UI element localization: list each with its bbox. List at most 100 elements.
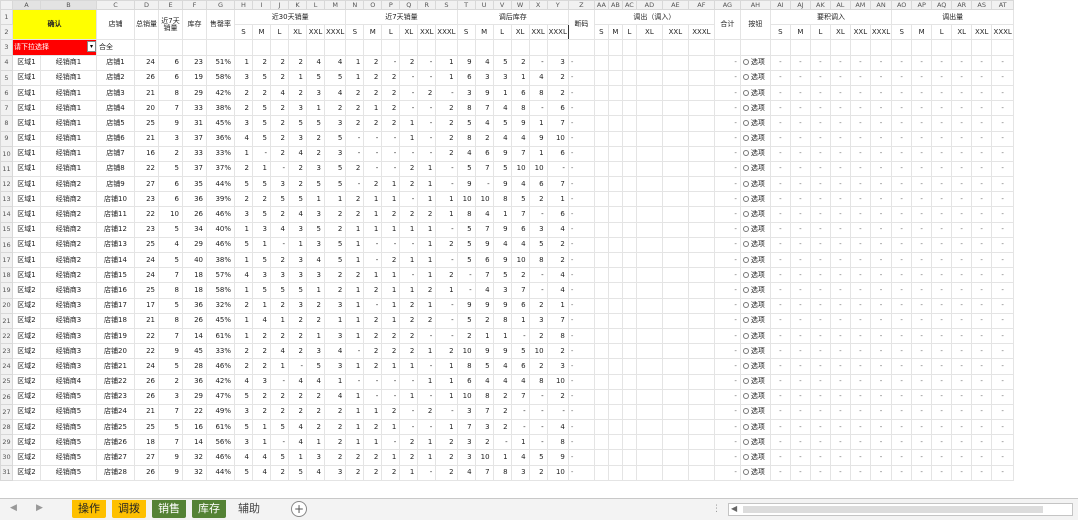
transfer-cell[interactable] bbox=[635, 176, 663, 193]
size-value-cell[interactable]: 2 bbox=[345, 191, 365, 208]
dash-cell[interactable]: - bbox=[911, 388, 933, 405]
dealer-cell[interactable]: 经销商2 bbox=[40, 206, 97, 223]
size-value-cell[interactable]: 5 bbox=[323, 176, 347, 193]
inventory-cell[interactable]: 18 bbox=[182, 282, 207, 299]
store-cell[interactable]: 店铺9 bbox=[96, 176, 135, 193]
size-value-cell[interactable]: 9 bbox=[474, 236, 494, 254]
dash-cell[interactable]: - bbox=[769, 206, 791, 223]
dash-cell[interactable]: - bbox=[911, 434, 933, 451]
size-value-cell[interactable]: 6 bbox=[546, 100, 569, 117]
store-cell[interactable]: 店铺26 bbox=[96, 434, 135, 451]
size-value-cell[interactable]: 1 bbox=[363, 100, 383, 117]
sales7-cell[interactable]: 5 bbox=[158, 221, 183, 238]
size-value-cell[interactable]: 4 bbox=[288, 145, 307, 162]
size-value-cell[interactable]: 2 bbox=[306, 403, 325, 421]
dealer-cell[interactable]: 经销商1 bbox=[40, 145, 97, 162]
dash-cell[interactable]: - bbox=[971, 176, 993, 193]
dash-cell[interactable]: - bbox=[971, 419, 993, 436]
total-sales-cell[interactable]: 16 bbox=[134, 145, 159, 162]
dash-cell[interactable]: - bbox=[971, 251, 993, 269]
size-value-cell[interactable]: 2 bbox=[288, 176, 307, 193]
dealer-cell[interactable]: 经销商3 bbox=[40, 327, 97, 345]
size-value-cell[interactable]: 1 bbox=[345, 69, 365, 86]
dash-cell[interactable]: - bbox=[849, 449, 871, 466]
option-radio-cell[interactable]: 选项 bbox=[739, 69, 771, 86]
size-value-cell[interactable]: 3 bbox=[270, 176, 289, 193]
cell[interactable] bbox=[971, 39, 993, 56]
dash-cell[interactable]: - bbox=[991, 464, 1015, 481]
dash-cell[interactable]: - bbox=[951, 145, 973, 162]
size-value-cell[interactable]: 2 bbox=[363, 464, 383, 481]
size-value-cell[interactable]: 9 bbox=[546, 449, 569, 466]
size-value-cell[interactable]: 2 bbox=[345, 115, 365, 132]
transfer-cell[interactable] bbox=[621, 145, 637, 162]
size-value-cell[interactable]: 4 bbox=[270, 84, 289, 102]
store-cell[interactable]: 店铺5 bbox=[96, 115, 135, 132]
column-header[interactable]: AL bbox=[829, 0, 851, 10]
size-value-cell[interactable]: - bbox=[435, 297, 458, 314]
transfer-cell[interactable] bbox=[593, 176, 609, 193]
size-value-cell[interactable]: 7 bbox=[474, 221, 494, 238]
transfer-cell[interactable] bbox=[607, 176, 623, 193]
size-value-cell[interactable]: 2 bbox=[345, 160, 365, 178]
size-value-cell[interactable]: 1 bbox=[234, 312, 253, 329]
size-value-cell[interactable]: 1 bbox=[381, 297, 401, 314]
size-value-cell[interactable]: - bbox=[270, 373, 289, 390]
option-radio-cell[interactable]: 选项 bbox=[739, 236, 771, 254]
cell[interactable] bbox=[134, 39, 159, 56]
transfer-cell[interactable] bbox=[661, 449, 689, 466]
size-value-cell[interactable]: - bbox=[417, 100, 437, 117]
total-cell[interactable]: - bbox=[713, 403, 741, 421]
transfer-cell[interactable] bbox=[621, 69, 637, 86]
size-value-cell[interactable]: 1 bbox=[399, 130, 419, 147]
dash-cell[interactable]: - bbox=[789, 176, 811, 193]
dash-cell[interactable]: - bbox=[809, 327, 831, 345]
size-value-cell[interactable]: 8 bbox=[474, 388, 494, 405]
size-value-cell[interactable]: 2 bbox=[234, 358, 253, 375]
dash-cell[interactable]: - bbox=[769, 312, 791, 329]
dash-cell[interactable]: - bbox=[991, 69, 1015, 86]
total-sales-cell[interactable]: 24 bbox=[134, 267, 159, 284]
dash-cell[interactable]: - bbox=[869, 206, 893, 223]
cell[interactable] bbox=[635, 39, 663, 56]
dash-cell[interactable]: - bbox=[991, 403, 1015, 421]
sell-through-cell[interactable]: 61% bbox=[206, 327, 235, 345]
size-value-cell[interactable]: 9 bbox=[492, 297, 512, 314]
size-value-cell[interactable]: 1 bbox=[363, 403, 383, 421]
cell[interactable] bbox=[345, 39, 365, 56]
dash-cell[interactable]: - bbox=[869, 221, 893, 238]
size-value-cell[interactable]: 5 bbox=[456, 251, 476, 269]
dealer-cell[interactable]: 经销商5 bbox=[40, 464, 97, 481]
tab-inventory[interactable]: 库存 bbox=[192, 500, 226, 518]
size-value-cell[interactable]: - bbox=[417, 130, 437, 147]
cell[interactable] bbox=[234, 39, 253, 56]
sell-through-cell[interactable]: 40% bbox=[206, 221, 235, 238]
dash-cell[interactable]: - bbox=[829, 388, 851, 405]
sell-through-cell[interactable]: 46% bbox=[206, 358, 235, 375]
sales7-cell[interactable]: 8 bbox=[158, 282, 183, 299]
dash-cell[interactable]: - bbox=[849, 145, 871, 162]
size-value-cell[interactable]: 3 bbox=[234, 403, 253, 421]
cell[interactable] bbox=[474, 39, 494, 56]
size-value-cell[interactable]: 2 bbox=[492, 388, 512, 405]
size-value-cell[interactable]: 4 bbox=[492, 373, 512, 390]
store-cell[interactable]: 店铺4 bbox=[96, 100, 135, 117]
size-value-cell[interactable]: 2 bbox=[252, 343, 271, 360]
dash-cell[interactable]: - bbox=[951, 69, 973, 86]
column-header[interactable]: AS bbox=[971, 0, 993, 10]
cell[interactable] bbox=[661, 39, 689, 56]
transfer-cell[interactable] bbox=[635, 236, 663, 254]
transfer-cell[interactable] bbox=[661, 160, 689, 178]
total-cell[interactable]: - bbox=[713, 267, 741, 284]
size-value-cell[interactable]: 3 bbox=[306, 236, 325, 254]
size-value-cell[interactable]: 10 bbox=[456, 343, 476, 360]
dash-cell[interactable]: - bbox=[829, 403, 851, 421]
dash-cell[interactable]: - bbox=[789, 388, 811, 405]
dealer-cell[interactable]: 经销商1 bbox=[40, 100, 97, 117]
dash-cell[interactable]: - bbox=[911, 358, 933, 375]
size-value-cell[interactable]: 1 bbox=[381, 191, 401, 208]
size-value-cell[interactable]: 5 bbox=[510, 343, 530, 360]
dealer-cell[interactable]: 经销商2 bbox=[40, 251, 97, 269]
inventory-cell[interactable]: 40 bbox=[182, 251, 207, 269]
size-value-cell[interactable]: 9 bbox=[456, 297, 476, 314]
